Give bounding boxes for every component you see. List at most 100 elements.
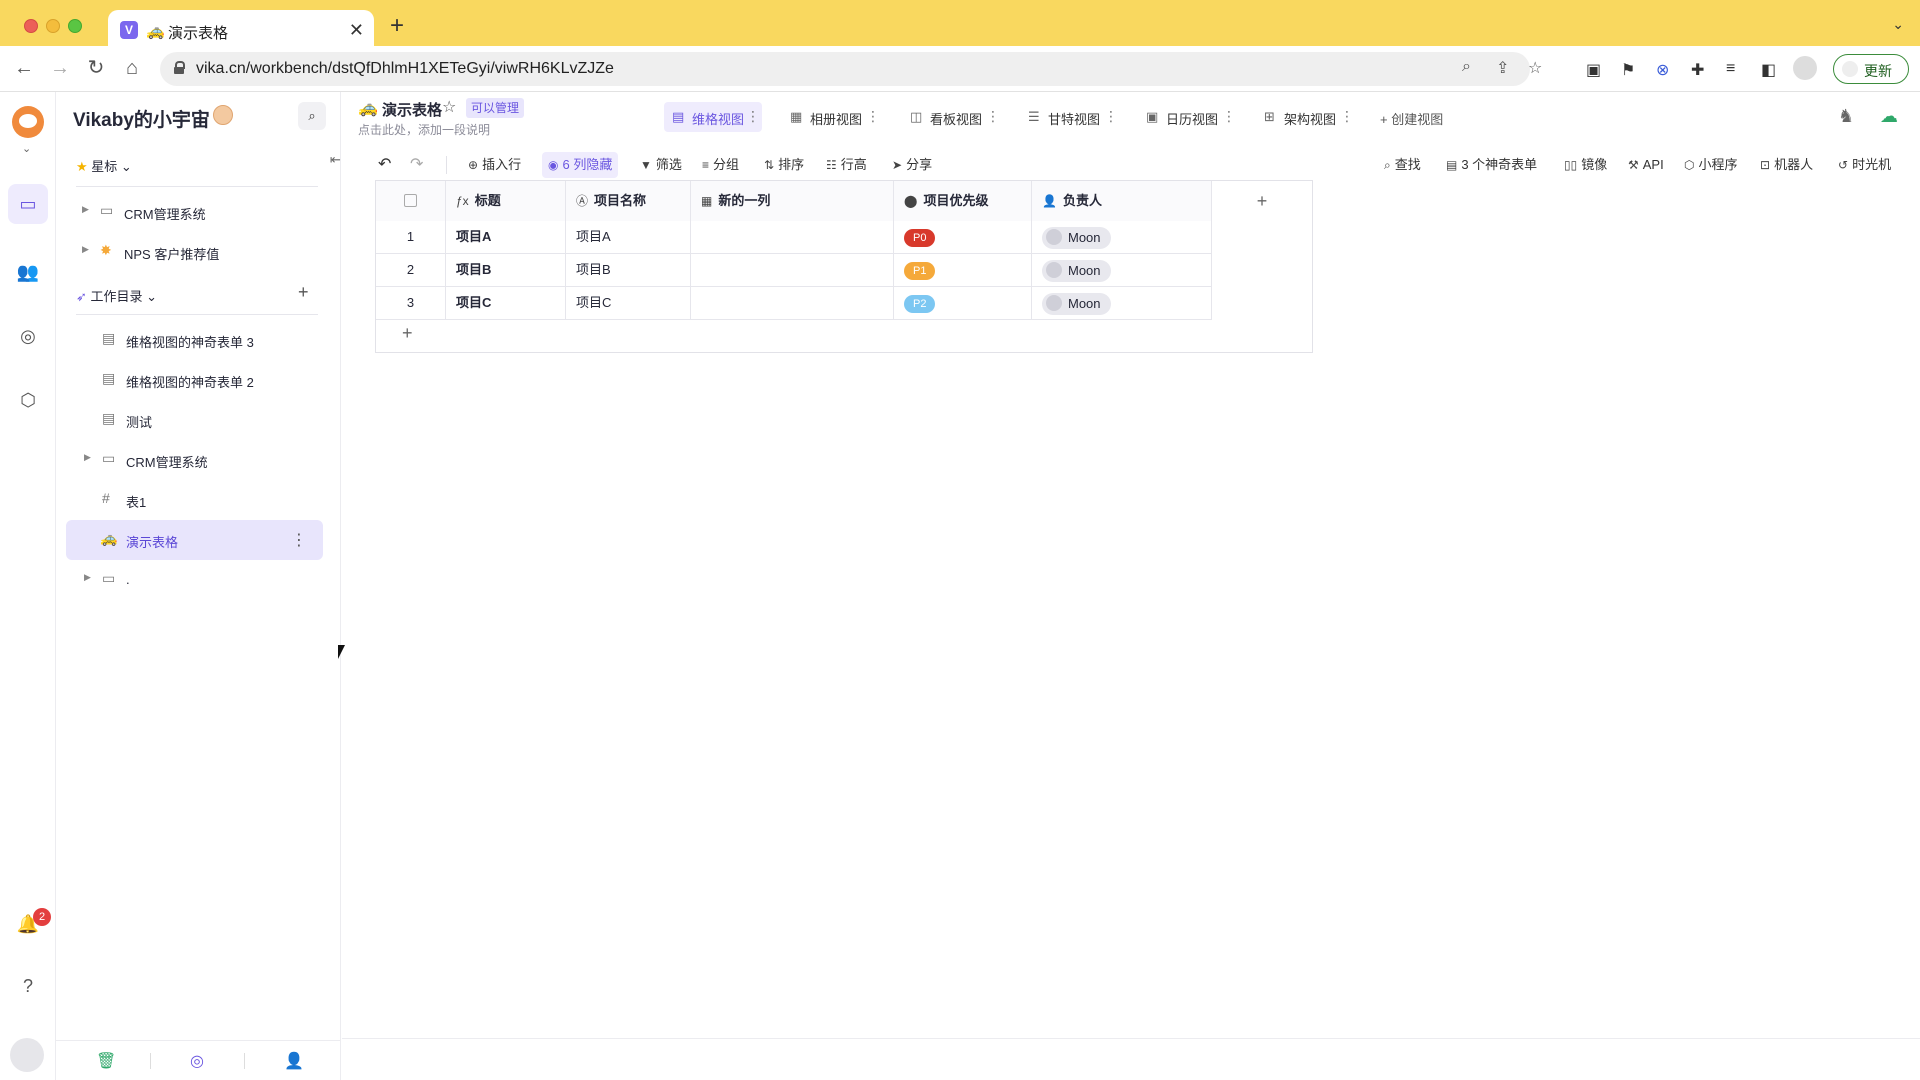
redo-icon[interactable]: ↷: [410, 152, 423, 178]
newcol-cell[interactable]: [691, 287, 894, 320]
share-button[interactable]: ➤ 分享: [892, 152, 932, 178]
reading-list-icon[interactable]: ≡: [1726, 60, 1735, 78]
newcol-cell[interactable]: [691, 254, 894, 287]
invite-member-icon[interactable]: 👤: [284, 1051, 304, 1071]
hidden-columns-button[interactable]: ◉ 6 列隐藏: [542, 152, 619, 178]
window-zoom-button[interactable]: [68, 19, 82, 33]
reload-icon[interactable]: ↻: [84, 56, 108, 80]
extensions-puzzle-icon[interactable]: ✚: [1691, 60, 1704, 80]
tab-close-icon[interactable]: ✕: [349, 20, 364, 41]
robot-button[interactable]: ⊡ 机器人: [1760, 152, 1813, 178]
undo-icon[interactable]: ↶: [378, 152, 391, 178]
view-tab-gallery[interactable]: ▦ 相册视图 ⋮: [782, 102, 882, 132]
collaborator-avatar[interactable]: ♞: [1838, 106, 1854, 127]
table-row[interactable]: 2 项目B 项目B P1 Moon: [376, 254, 1212, 287]
chevron-down-icon[interactable]: ⌄: [22, 142, 31, 155]
member-chip[interactable]: Moon: [1042, 292, 1111, 315]
home-icon[interactable]: ⌂: [120, 56, 144, 80]
api-button[interactable]: ⚒ API: [1628, 152, 1664, 178]
group-button[interactable]: ≡ 分组: [702, 152, 739, 178]
owner-cell[interactable]: Moon: [1032, 221, 1212, 254]
sort-button[interactable]: ⇅ 排序: [764, 152, 804, 178]
insert-row-button[interactable]: ⊕ 插入行: [468, 152, 521, 178]
view-tab-grid[interactable]: ▤ 维格视图 ⋮: [664, 102, 762, 132]
column-header-title[interactable]: ƒx 标题: [446, 181, 566, 221]
space-name[interactable]: Vikaby的小宇宙: [73, 105, 210, 132]
add-node-button[interactable]: +: [298, 282, 309, 303]
search-button[interactable]: ⌕: [298, 102, 326, 130]
name-cell[interactable]: 项目B: [566, 254, 691, 287]
member-chip[interactable]: Moon: [1042, 259, 1111, 282]
taxi-emoji-icon[interactable]: 🚕: [358, 98, 378, 118]
find-button[interactable]: ⌕ 查找: [1384, 152, 1421, 178]
add-row-button[interactable]: +: [402, 323, 413, 344]
caret-right-icon[interactable]: ▶: [82, 244, 89, 255]
more-vertical-icon[interactable]: ⋮: [1104, 108, 1118, 125]
caret-right-icon[interactable]: ▶: [82, 204, 89, 215]
tab-search-chevron-icon[interactable]: ⌄: [1892, 16, 1904, 33]
caret-right-icon[interactable]: ▶: [84, 572, 91, 583]
more-vertical-icon[interactable]: ⋮: [986, 108, 1000, 125]
tree-item-form-2[interactable]: ▤ 维格视图的神奇表单 2: [66, 360, 323, 400]
forward-arrow-icon[interactable]: →: [48, 56, 72, 80]
new-tab-button[interactable]: +: [390, 14, 404, 38]
caret-right-icon[interactable]: ▶: [84, 452, 91, 463]
starred-section-header[interactable]: ★ 星标 ⌄: [76, 156, 132, 175]
add-column-button[interactable]: +: [1212, 181, 1312, 221]
column-header-newcol[interactable]: ▦ 新的一列: [691, 181, 894, 221]
view-tab-gantt[interactable]: ☰ 甘特视图 ⋮: [1020, 102, 1120, 132]
view-tab-kanban[interactable]: ◫ 看板视图 ⋮: [902, 102, 1002, 132]
tree-item-table1[interactable]: # 表1: [66, 480, 323, 520]
tree-item-demo-sheet[interactable]: 🚕 演示表格 ⋮: [66, 520, 323, 560]
more-vertical-icon[interactable]: ⋮: [1340, 108, 1354, 125]
widget-button[interactable]: ⬡ 小程序: [1684, 152, 1738, 178]
window-close-button[interactable]: [24, 19, 38, 33]
tree-item-form-3[interactable]: ▤ 维格视图的神奇表单 3: [66, 320, 323, 360]
workbench-monitor-icon[interactable]: ▭: [16, 192, 40, 216]
favorite-star-icon[interactable]: ☆: [442, 97, 456, 117]
table-row[interactable]: 3 项目C 项目C P2 Moon: [376, 287, 1212, 320]
sheet-description[interactable]: 点击此处，添加一段说明: [358, 121, 490, 138]
member-chip[interactable]: Moon: [1042, 226, 1111, 249]
newcol-cell[interactable]: [691, 221, 894, 254]
extension-link-icon[interactable]: ⊗: [1656, 60, 1669, 80]
address-bar[interactable]: vika.cn/workbench/dstQfDhlmH1XETeGyi/viw…: [160, 52, 1542, 86]
forms-button[interactable]: ▤ 3 个神奇表单: [1446, 152, 1537, 178]
help-icon[interactable]: ?: [16, 974, 40, 998]
more-vertical-icon[interactable]: ⋮: [291, 530, 307, 550]
priority-cell[interactable]: P2: [894, 287, 1032, 320]
settings-hexagon-icon[interactable]: ⬡: [16, 388, 40, 412]
sheet-title[interactable]: 演示表格: [382, 99, 442, 120]
zoom-icon[interactable]: ⌕: [1462, 58, 1471, 76]
select-all-checkbox[interactable]: [404, 194, 417, 207]
extension-flag-icon[interactable]: ⚑: [1621, 60, 1635, 80]
filter-button[interactable]: ▼ 筛选: [640, 152, 682, 178]
select-all-cell[interactable]: [376, 181, 446, 221]
starred-item-nps[interactable]: ▶ ✸ NPS 客户推荐值: [66, 232, 323, 272]
tree-item-test[interactable]: ▤ 测试: [66, 400, 323, 440]
column-header-owner[interactable]: 👤 负责人: [1032, 181, 1212, 221]
more-vertical-icon[interactable]: ⋮: [866, 108, 880, 125]
update-button[interactable]: 更新: [1833, 54, 1909, 84]
row-height-button[interactable]: ☷ 行高: [826, 152, 867, 178]
column-header-name[interactable]: Ⓐ 项目名称: [566, 181, 691, 221]
create-view-button[interactable]: + 创建视图: [1380, 109, 1443, 128]
workspace-section-header[interactable]: ➶ 工作目录 ⌄: [76, 286, 157, 305]
timemachine-button[interactable]: ↺ 时光机: [1838, 152, 1891, 178]
tree-item-dot-folder[interactable]: ▶ ▭ .: [66, 560, 323, 600]
trash-icon[interactable]: 🗑: [96, 1051, 116, 1071]
tree-item-crm[interactable]: ▶ ▭ CRM管理系统: [66, 440, 323, 480]
title-cell[interactable]: 项目B: [446, 254, 566, 287]
view-tab-calendar[interactable]: ▣ 日历视图 ⋮: [1138, 102, 1238, 132]
owner-cell[interactable]: Moon: [1032, 254, 1212, 287]
extension-image-icon[interactable]: ▣: [1586, 60, 1601, 80]
title-cell[interactable]: 项目A: [446, 221, 566, 254]
title-cell[interactable]: 项目C: [446, 287, 566, 320]
table-row[interactable]: 1 项目A 项目A P0 Moon: [376, 221, 1212, 254]
name-cell[interactable]: 项目C: [566, 287, 691, 320]
side-panel-icon[interactable]: ◧: [1761, 60, 1776, 80]
owner-cell[interactable]: Moon: [1032, 287, 1212, 320]
template-planet-icon[interactable]: ◎: [190, 1051, 204, 1071]
priority-cell[interactable]: P0: [894, 221, 1032, 254]
more-vertical-icon[interactable]: ⋮: [1222, 108, 1236, 125]
